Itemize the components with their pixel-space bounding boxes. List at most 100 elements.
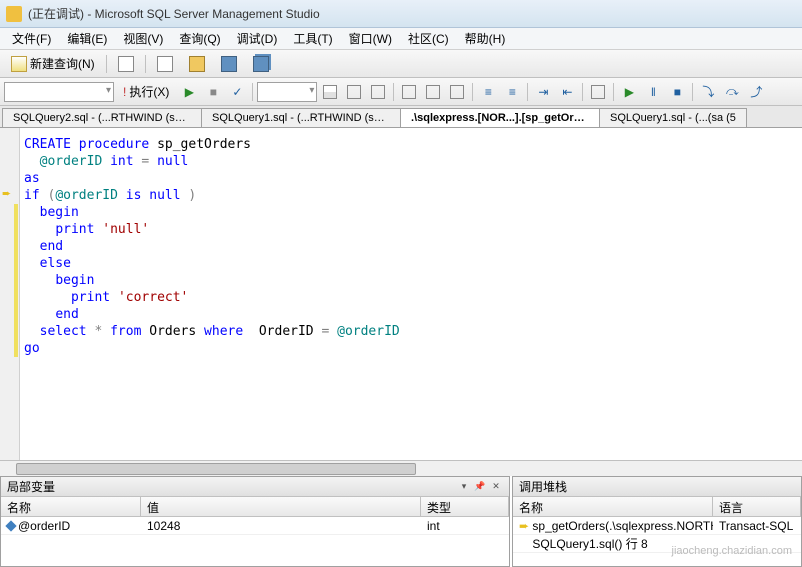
dropdown-icon[interactable]: ▾ (457, 480, 471, 494)
menu-edit[interactable]: 编辑(E) (59, 28, 115, 49)
separator (472, 83, 473, 101)
code-editor[interactable]: ➨ CREATE procedure sp_getOrders @orderID… (0, 128, 802, 476)
step-out-button[interactable]: ⤴ (745, 81, 767, 103)
locals-rows: @orderID10248int (1, 517, 509, 535)
stats-icon (426, 85, 440, 99)
new-project-button[interactable] (150, 53, 180, 75)
separator (252, 83, 253, 101)
file-plus-icon (157, 56, 173, 72)
close-icon[interactable]: ✕ (489, 480, 503, 494)
col-value[interactable]: 值 (141, 497, 421, 516)
results-text-button[interactable] (343, 81, 365, 103)
document-tab[interactable]: .\sqlexpress.[NOR...].[sp_getOrders]* (400, 108, 600, 127)
menu-window[interactable]: 窗口(W) (341, 28, 400, 49)
callstack-header: 调用堆栈 (513, 477, 801, 497)
separator (692, 83, 693, 101)
separator (527, 83, 528, 101)
col-lang[interactable]: 语言 (713, 497, 801, 516)
debug-button[interactable]: ▶ (178, 81, 200, 103)
col-name[interactable]: 名称 (513, 497, 713, 516)
file-result-icon (371, 85, 385, 99)
current-line-arrow-icon: ➨ (2, 187, 11, 200)
file-icon (118, 56, 134, 72)
include-plan-button[interactable] (398, 81, 420, 103)
new-query-button[interactable]: 新建查询(N) (4, 52, 102, 75)
save-all-button[interactable] (246, 53, 276, 75)
plan-icon (402, 85, 416, 99)
locals-title: 局部变量 (7, 478, 55, 495)
document-tab[interactable]: SQLQuery2.sql - (...RTHWIND (sa (53))* (2, 108, 202, 127)
col-type[interactable]: 类型 (421, 497, 509, 516)
menu-bar: 文件(F) 编辑(E) 视图(V) 查询(Q) 调试(D) 工具(T) 窗口(W… (0, 28, 802, 50)
callstack-title: 调用堆栈 (519, 478, 567, 495)
execute-red-icon: ! (123, 85, 126, 99)
menu-file[interactable]: 文件(F) (4, 28, 59, 49)
save-all-icon (253, 56, 269, 72)
menu-help[interactable]: 帮助(H) (457, 28, 514, 49)
outdent-button[interactable]: ≡ (501, 81, 523, 103)
sql-toolbar: ! 执行(X) ▶ ■ ✓ ≡ ≡ ⇥ ⇤ ▶ ‖ ■ ⤵ ⤼ ⤴ (0, 78, 802, 106)
include-stats-button[interactable] (422, 81, 444, 103)
menu-debug[interactable]: 调试(D) (229, 28, 286, 49)
specify-values-button[interactable] (587, 81, 609, 103)
new-file-button[interactable] (111, 53, 141, 75)
callstack-row[interactable]: ➨ sp_getOrders(.\sqlexpress.NORTHWIND)Tr… (513, 517, 801, 535)
col-name[interactable]: 名称 (1, 497, 141, 516)
scrollbar-thumb[interactable] (16, 463, 416, 475)
separator (106, 55, 107, 73)
indent-inc-button[interactable]: ⇥ (532, 81, 554, 103)
step-over-button[interactable]: ⤼ (721, 81, 743, 103)
step-into-button[interactable]: ⤵ (697, 81, 719, 103)
separator (613, 83, 614, 101)
parse-button[interactable]: ✓ (226, 81, 248, 103)
menu-query[interactable]: 查询(Q) (171, 28, 228, 49)
code-content[interactable]: CREATE procedure sp_getOrders @orderID i… (24, 136, 400, 357)
callstack-grid: 名称 语言 ➨ sp_getOrders(.\sqlexpress.NORTHW… (513, 497, 801, 566)
pin-icon[interactable]: 📌 (473, 480, 487, 494)
callstack-row[interactable]: SQLQuery1.sql() 行 8 (513, 535, 801, 553)
horizontal-scrollbar[interactable] (0, 460, 802, 476)
open-button[interactable] (182, 53, 212, 75)
callstack-rows: ➨ sp_getOrders(.\sqlexpress.NORTHWIND)Tr… (513, 517, 801, 553)
locals-header: 局部变量 ▾ 📌 ✕ (1, 477, 509, 497)
results-file-button[interactable] (367, 81, 389, 103)
changed-block-marker (14, 204, 18, 357)
menu-community[interactable]: 社区(C) (400, 28, 457, 49)
document-tab[interactable]: SQLQuery1.sql - (...RTHWIND (sa (52))* (201, 108, 401, 127)
menu-view[interactable]: 视图(V) (115, 28, 171, 49)
separator (145, 55, 146, 73)
pause-button[interactable]: ‖ (642, 81, 664, 103)
save-icon (221, 56, 237, 72)
locals-row[interactable]: @orderID10248int (1, 517, 509, 535)
stop-debug-button[interactable]: ■ (666, 81, 688, 103)
bottom-panes: 局部变量 ▾ 📌 ✕ 名称 值 类型 @orderID10248int 调用堆栈… (0, 476, 802, 567)
stop-button[interactable]: ■ (202, 81, 224, 103)
locals-pane: 局部变量 ▾ 📌 ✕ 名称 值 类型 @orderID10248int (0, 476, 510, 567)
new-query-label: 新建查询(N) (30, 55, 95, 72)
continue-button[interactable]: ▶ (618, 81, 640, 103)
locals-grid-header: 名称 值 类型 (1, 497, 509, 517)
results-grid-button[interactable] (319, 81, 341, 103)
indent-dec-button[interactable]: ⇤ (556, 81, 578, 103)
values-icon (591, 85, 605, 99)
indent-button[interactable]: ≡ (477, 81, 499, 103)
current-frame-arrow-icon: ➨ (519, 519, 529, 533)
database-combo[interactable] (4, 82, 114, 102)
save-button[interactable] (214, 53, 244, 75)
menu-tools[interactable]: 工具(T) (285, 28, 340, 49)
separator (582, 83, 583, 101)
callstack-grid-header: 名称 语言 (513, 497, 801, 517)
new-query-icon (11, 56, 27, 72)
separator (393, 83, 394, 101)
title-bar: (正在调试) - Microsoft SQL Server Management… (0, 0, 802, 28)
variable-icon (5, 520, 16, 531)
window-title: (正在调试) - Microsoft SQL Server Management… (28, 5, 320, 22)
execute-button[interactable]: ! 执行(X) (116, 81, 176, 103)
callstack-pane: 调用堆栈 名称 语言 ➨ sp_getOrders(.\sqlexpress.N… (512, 476, 802, 567)
document-tab[interactable]: SQLQuery1.sql - (...(sa (5 (599, 108, 747, 127)
combo-2[interactable] (257, 82, 317, 102)
execute-label: 执行(X) (129, 83, 169, 100)
comment-button[interactable] (446, 81, 468, 103)
app-icon (6, 6, 22, 22)
grid-icon (323, 85, 337, 99)
